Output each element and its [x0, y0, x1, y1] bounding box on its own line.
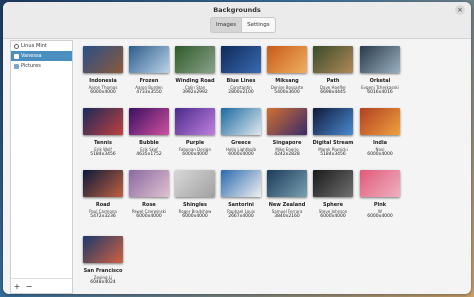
sidebar-item-label: Linux Mint	[21, 43, 47, 49]
wallpaper-name: Orketal	[369, 78, 391, 84]
wallpaper-size: 6016x4016	[367, 90, 393, 95]
window-title: Backgrounds	[213, 6, 261, 14]
wallpaper-thumbnail[interactable]	[129, 170, 169, 197]
title-bar: Backgrounds × Images Settings	[3, 2, 471, 39]
wallpaper-size: 6048x4024	[90, 280, 116, 285]
wallpaper-thumbnail[interactable]	[83, 170, 123, 197]
wallpaper-thumbnail[interactable]	[313, 46, 353, 73]
disc-icon	[14, 43, 19, 49]
sidebar-item-vanessa[interactable]: Vanessa	[11, 51, 72, 61]
wallpaper-thumbnail[interactable]	[83, 108, 123, 135]
wallpaper-thumbnail[interactable]	[175, 170, 215, 197]
wallpaper-thumbnail[interactable]	[83, 46, 123, 73]
wallpaper-thumbnail[interactable]	[313, 170, 353, 197]
folder-icon	[14, 53, 19, 59]
wallpaper-name: San Francisco	[83, 268, 123, 274]
sidebar-toolbar: + −	[11, 278, 72, 293]
sidebar-item-label: Pictures	[21, 63, 41, 69]
wallpaper-name: India	[372, 140, 388, 146]
wallpaper-thumbnail[interactable]	[221, 170, 261, 197]
wallpaper-thumbnail[interactable]	[175, 46, 215, 73]
sidebar-item-linux-mint[interactable]: Linux Mint	[11, 41, 72, 51]
wallpaper-thumbnail[interactable]	[313, 108, 353, 135]
tab-bar: Images Settings	[210, 17, 276, 33]
wallpaper-thumbnail[interactable]	[360, 108, 400, 135]
sidebar-item-label: Vanessa	[21, 53, 42, 59]
sidebar-item-pictures[interactable]: Pictures	[11, 61, 72, 71]
wallpaper-size: 6000x4000	[367, 214, 393, 219]
wallpaper-thumbnail[interactable]	[267, 46, 307, 73]
wallpaper-thumbnail[interactable]	[267, 108, 307, 135]
backgrounds-window: Backgrounds × Images Settings Linux Mint…	[3, 2, 471, 294]
wallpaper-thumbnail[interactable]	[175, 108, 215, 135]
tab-settings[interactable]: Settings	[242, 17, 276, 33]
sidebar: Linux Mint Vanessa Pictures + −	[10, 40, 73, 294]
close-icon[interactable]: ×	[455, 5, 465, 15]
wallpaper-thumbnail[interactable]	[267, 170, 307, 197]
wallpaper-thumbnail[interactable]	[129, 108, 169, 135]
wallpaper-name: Pink	[373, 202, 387, 208]
wallpaper-thumbnail[interactable]	[221, 46, 261, 73]
wallpaper-grid: Indonesia Aaron Thomas 6000x4000 Frozen Aaro…	[75, 40, 469, 292]
tab-images[interactable]: Images	[210, 17, 243, 33]
wallpaper-thumbnail[interactable]	[221, 108, 261, 135]
add-folder-button[interactable]: +	[11, 282, 23, 291]
folder-icon	[14, 63, 19, 69]
wallpaper-size: 6000x4000	[367, 152, 393, 157]
remove-folder-button[interactable]: −	[23, 282, 35, 291]
wallpaper-thumbnail[interactable]	[129, 46, 169, 73]
wallpaper-thumbnail[interactable]	[83, 236, 123, 263]
wallpaper-thumbnail[interactable]	[360, 46, 400, 73]
wallpaper-thumbnail[interactable]	[360, 170, 400, 197]
